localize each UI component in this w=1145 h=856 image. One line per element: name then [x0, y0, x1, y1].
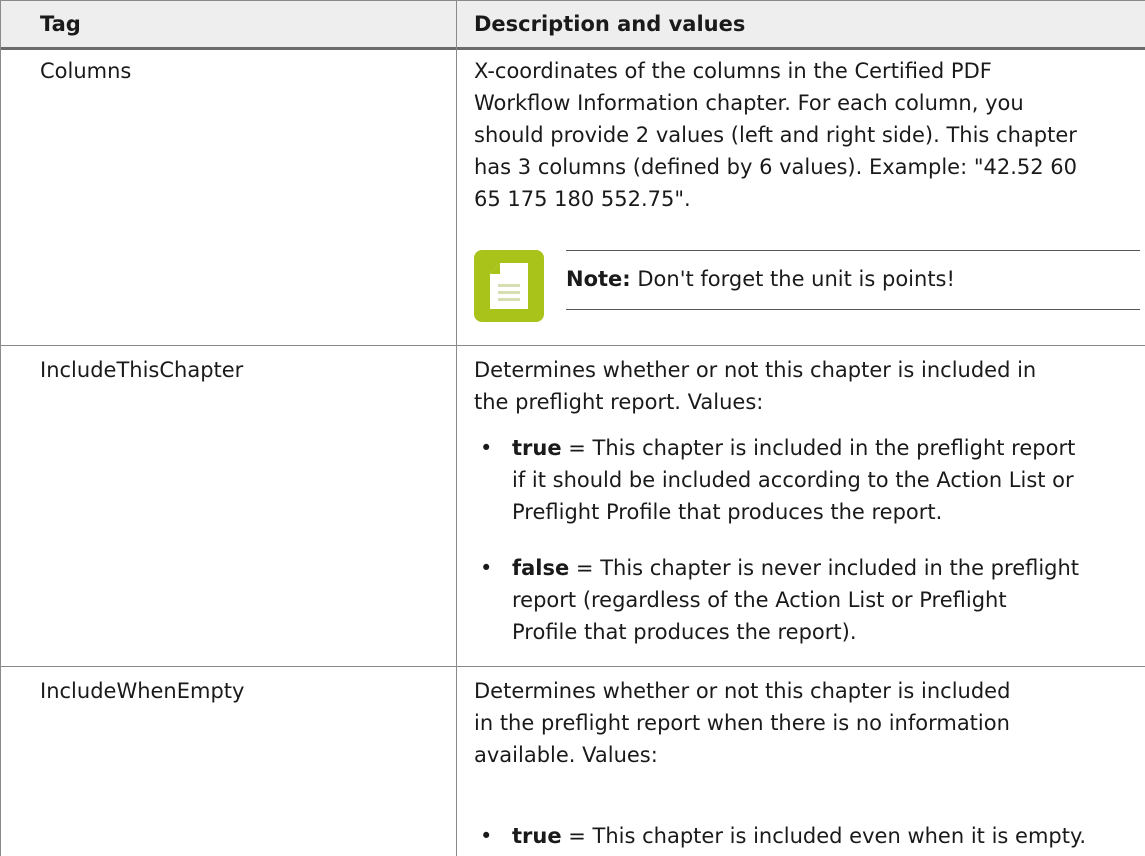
note-label: Note: — [566, 267, 631, 291]
table-header-row: Tag Description and values — [0, 0, 1145, 50]
value-description: report (regardless of the Action List or… — [512, 588, 1007, 612]
description-columns: X-coordinates of the columns in the Cert… — [474, 55, 1145, 215]
note-bottom-rule — [566, 309, 1140, 310]
description-line: the preflight report. Values: — [474, 390, 764, 414]
description-line: Determines whether or not this chapter i… — [474, 358, 1037, 382]
value-description: = This chapter is included in the prefli… — [561, 436, 1076, 460]
value-description: = This chapter is never included in the … — [569, 556, 1080, 580]
value-description: = This chapter is included even when it … — [561, 824, 1087, 848]
value-description: Profile that produces the report). — [512, 620, 857, 644]
description-line: Workflow Information chapter. For each c… — [474, 91, 1024, 115]
description-include-this-chapter: Determines whether or not this chapter i… — [474, 354, 1145, 418]
description-line: should provide 2 values (left and right … — [474, 123, 1077, 147]
column-divider — [456, 0, 457, 856]
description-include-when-empty: Determines whether or not this chapter i… — [474, 675, 1145, 771]
value-term: true — [512, 436, 562, 460]
row-separator — [0, 666, 1145, 667]
note-text: Note: Don't forget the unit is points! — [566, 264, 955, 294]
note-message: Don't forget the unit is points! — [630, 267, 955, 291]
value-description: Preflight Profile that produces the repo… — [512, 500, 943, 524]
bullet-icon: • — [480, 436, 493, 460]
header-tag: Tag — [40, 12, 81, 36]
description-line: has 3 columns (defined by 6 values). Exa… — [474, 155, 1078, 179]
tag-include-this-chapter: IncludeThisChapter — [40, 358, 244, 382]
note-top-rule — [566, 250, 1140, 251]
value-term: false — [512, 556, 570, 580]
tag-columns: Columns — [40, 59, 132, 83]
table-left-border — [0, 0, 1, 856]
documentation-table: Tag Description and values Columns X-coo… — [0, 0, 1145, 856]
description-line: X-coordinates of the columns in the Cert… — [474, 59, 992, 83]
value-description: if it should be included according to th… — [512, 468, 1074, 492]
document-note-icon — [474, 250, 544, 322]
bullet-icon: • — [480, 824, 493, 848]
header-description: Description and values — [474, 12, 746, 36]
bullet-icon: • — [480, 556, 493, 580]
description-line: Determines whether or not this chapter i… — [474, 679, 1011, 703]
description-line: available. Values: — [474, 743, 658, 767]
row-separator — [0, 345, 1145, 346]
tag-include-when-empty: IncludeWhenEmpty — [40, 679, 245, 703]
description-line: in the preflight report when there is no… — [474, 711, 1010, 735]
description-line: 65 175 180 552.75". — [474, 187, 691, 211]
value-term: true — [512, 824, 562, 848]
